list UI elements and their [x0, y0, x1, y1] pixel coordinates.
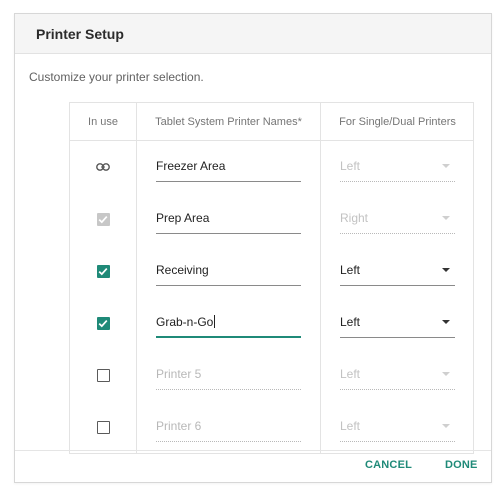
field-underline	[340, 389, 455, 390]
printer-side-value: Left	[340, 419, 361, 433]
printer-name-placeholder: Printer 6	[156, 419, 202, 433]
printer-side-value: Left	[340, 263, 361, 277]
in-use-checkbox[interactable]	[96, 420, 110, 434]
printer-side-select: Left	[340, 401, 455, 453]
chevron-down-icon	[442, 164, 450, 168]
in-use-cell	[70, 141, 136, 193]
printer-name-field[interactable]: Receiving	[156, 245, 301, 297]
dialog-title: Printer Setup	[36, 25, 124, 42]
table-row: Printer 5 Left	[70, 349, 473, 401]
in-use-cell	[70, 297, 136, 349]
printer-name-field[interactable]: Grab-n-Go	[156, 297, 301, 349]
printer-name-text: Grab-n-Go	[156, 315, 214, 329]
field-underline	[156, 441, 301, 442]
checkmark-icon	[98, 215, 108, 223]
printer-name-placeholder: Printer 5	[156, 367, 202, 381]
printer-name-value: Grab-n-Go	[156, 315, 216, 329]
in-use-cell	[70, 401, 136, 453]
printer-side-value: Left	[340, 159, 361, 173]
chevron-down-icon	[442, 216, 450, 220]
dialog-footer: CANCEL DONE	[15, 450, 491, 482]
printer-setup-dialog: Printer Setup Customize your printer sel…	[14, 13, 492, 483]
field-underline	[340, 181, 455, 182]
chevron-down-icon	[442, 424, 450, 428]
printer-side-select: Right	[340, 193, 455, 245]
printer-name-field[interactable]: Prep Area	[156, 193, 301, 245]
checkmark-icon	[98, 267, 108, 275]
printer-side-select[interactable]: Left	[340, 245, 455, 297]
field-underline	[340, 285, 455, 286]
chevron-down-icon	[442, 320, 450, 324]
header-printer-names: Tablet System Printer Names*	[155, 115, 302, 128]
in-use-cell	[70, 349, 136, 401]
done-button[interactable]: DONE	[445, 459, 478, 471]
chevron-down-icon	[442, 372, 450, 376]
table-row: Receiving Left	[70, 245, 473, 297]
field-underline	[156, 389, 301, 390]
header-in-use: In use	[88, 115, 118, 128]
printer-name-value: Prep Area	[156, 211, 210, 225]
header-single-dual: For Single/Dual Printers	[339, 115, 456, 128]
table-row: Freezer Area Left	[70, 141, 473, 193]
printer-table: In use Tablet System Printer Names* For …	[69, 102, 474, 454]
field-underline	[340, 441, 455, 442]
cancel-button[interactable]: CANCEL	[365, 459, 412, 471]
dialog-header: Printer Setup	[15, 14, 491, 54]
field-underline-focused	[156, 336, 301, 338]
printer-name-field[interactable]: Printer 6	[156, 401, 301, 453]
in-use-checkbox	[96, 212, 110, 226]
field-underline	[340, 233, 455, 234]
checkmark-icon	[98, 319, 108, 327]
table-header: In use Tablet System Printer Names* For …	[70, 103, 473, 141]
field-underline	[340, 337, 455, 338]
field-underline	[156, 233, 301, 234]
in-use-checkbox[interactable]	[96, 316, 110, 330]
in-use-cell	[70, 245, 136, 297]
printer-side-value: Left	[340, 367, 361, 381]
printer-side-value: Right	[340, 211, 369, 225]
in-use-checkbox[interactable]	[96, 368, 110, 382]
in-use-cell	[70, 193, 136, 245]
table-row: Prep Area Right	[70, 193, 473, 245]
dialog-subtitle: Customize your printer selection.	[29, 70, 204, 84]
printer-name-field[interactable]: Printer 5	[156, 349, 301, 401]
field-underline	[156, 181, 301, 182]
in-use-checkbox[interactable]	[96, 264, 110, 278]
table-row: Printer 6 Left	[70, 401, 473, 453]
text-caret	[214, 315, 216, 328]
printer-side-select: Left	[340, 141, 455, 193]
table-row: Grab-n-Go Left	[70, 297, 473, 349]
printer-name-value: Receiving	[156, 263, 209, 277]
link-icon	[96, 163, 110, 171]
printer-name-value: Freezer Area	[156, 159, 226, 173]
field-underline	[156, 285, 301, 286]
printer-side-select[interactable]: Left	[340, 297, 455, 349]
printer-side-select: Left	[340, 349, 455, 401]
chevron-down-icon	[442, 268, 450, 272]
printer-name-field[interactable]: Freezer Area	[156, 141, 301, 193]
printer-side-value: Left	[340, 315, 361, 329]
